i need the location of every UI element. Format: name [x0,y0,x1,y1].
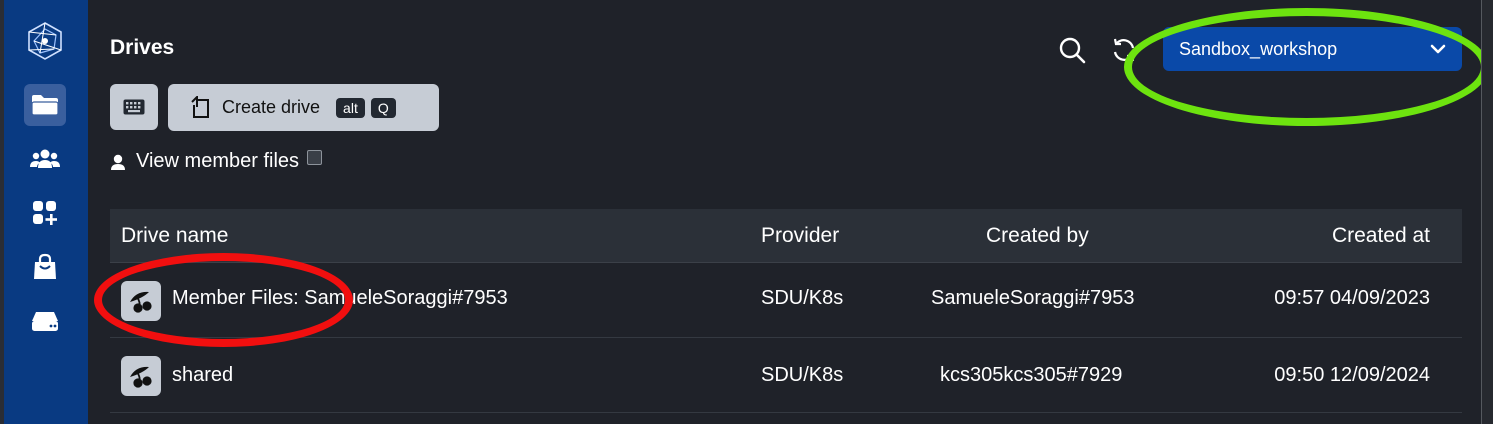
shortcut-key-q: Q [370,97,396,118]
user-icon [111,154,125,170]
drive-provider: SDU/K8s [761,364,844,386]
column-header-created-by[interactable]: Created by [986,224,1089,248]
drive-provider: SDU/K8s [761,287,844,309]
column-header-created-at[interactable]: Created at [1332,224,1430,248]
drive-created-by: SamueleSoraggi#7953 [931,287,1135,309]
drive-created-at: 09:57 04/09/2023 [1274,287,1430,309]
red-highlight-ellipse [94,253,353,347]
apps-icon [33,201,57,225]
drive-created-by: kcs305kcs305#7929 [940,364,1123,386]
folder-icon [31,95,59,116]
create-drive-icon [191,95,209,118]
table-row[interactable]: shared SDU/K8s kcs305kcs305#7929 09:50 1… [110,338,1462,413]
sidebar [4,0,88,424]
sidebar-item-files[interactable] [24,84,66,126]
view-member-files-label: View member files [136,150,300,172]
create-drive-label: Create drive [222,97,321,117]
users-icon [30,149,60,168]
drive-icon [121,356,161,396]
table-header: Drive name Provider Created by Created a… [110,209,1462,263]
sidebar-item-projects[interactable] [24,138,66,180]
drive-name[interactable]: shared [172,364,233,387]
page-title: Drives [110,36,175,59]
scrollbar-track[interactable] [1481,0,1493,424]
sidebar-item-resources[interactable] [24,300,66,342]
keyboard-icon [123,99,145,115]
sidebar-item-apps[interactable] [24,192,66,234]
search-button[interactable] [1056,34,1088,66]
view-member-files-toggle[interactable]: View member files [110,150,323,173]
drive-created-at: 09:50 12/09/2024 [1274,364,1430,386]
main-panel: Drives Sandbox_workshop Create drive alt… [88,0,1489,424]
column-header-drive-name[interactable]: Drive name [121,224,228,248]
logo-icon[interactable] [24,20,66,62]
search-icon [1059,37,1086,64]
create-drive-button[interactable]: Create drive alt Q [168,84,439,131]
view-member-files-checkbox[interactable] [307,150,323,165]
green-highlight-ellipse [1124,8,1489,126]
sidebar-item-shop[interactable] [24,246,66,288]
shopping-bag-icon [34,253,56,279]
keyboard-shortcuts-button[interactable] [110,84,158,130]
column-header-provider[interactable]: Provider [761,224,839,248]
shortcut-key-alt: alt [336,97,365,118]
hard-drive-icon [32,312,58,331]
